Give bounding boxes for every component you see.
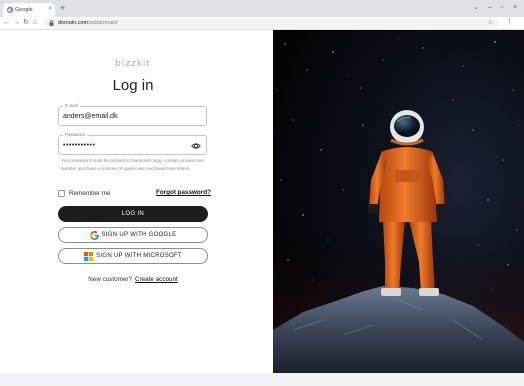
maximize-icon[interactable]: ▫	[501, 3, 503, 13]
new-tab-button[interactable]: +	[60, 3, 65, 13]
forward-arrow-icon[interactable]: →	[13, 17, 20, 29]
tab-strip: Google × + ⌄ – ▫ ×	[0, 0, 524, 17]
google-button-label: SIGN UP WITH GOOGLE	[101, 232, 177, 238]
astronaut-illustration	[273, 30, 524, 373]
login-button[interactable]: LOG IN	[58, 206, 208, 222]
back-arrow-icon[interactable]: ←	[3, 17, 10, 29]
remember-label: Remember me	[69, 189, 111, 197]
login-panel: bizzkit Log in E-mail anders@email.dk Pa…	[0, 30, 272, 373]
email-input[interactable]: anders@email.dk	[63, 107, 183, 127]
new-customer-row: New customer? Create account	[0, 276, 266, 283]
email-field[interactable]: E-mail anders@email.dk	[58, 103, 207, 127]
lock-icon	[49, 20, 54, 26]
astronaut-image	[273, 30, 524, 373]
microsoft-signup-button[interactable]: SIGN UP WITH MICROSOFT	[58, 248, 208, 264]
url-domain: domain.com	[58, 20, 88, 26]
new-customer-text: New customer?	[88, 276, 133, 283]
browser-window: Google × + ⌄ – ▫ × ← → ↻ ⌂ domain.com/su…	[0, 0, 524, 373]
google-icon	[89, 230, 99, 240]
more-vert-icon[interactable]: ⋮	[506, 18, 513, 28]
password-hint: Your password must be at least 8 charact…	[61, 158, 204, 171]
reload-icon[interactable]: ↻	[23, 17, 29, 29]
remember-checkbox[interactable]	[58, 189, 65, 197]
microsoft-button-label: SIGN UP WITH MICROSOFT	[96, 253, 182, 259]
google-signup-button[interactable]: SIGN UP WITH GOOGLE	[58, 227, 208, 243]
forgot-password-link[interactable]: Forgot password?	[156, 188, 211, 198]
browser-tab[interactable]: Google ×	[3, 3, 55, 17]
eye-icon[interactable]	[191, 141, 201, 151]
create-account-link[interactable]: Create account	[135, 276, 178, 283]
page-title: Log in	[112, 77, 154, 94]
tab-title: Google	[15, 7, 33, 13]
home-icon[interactable]: ⌂	[33, 17, 37, 29]
password-input[interactable]: •••••••••••	[63, 136, 183, 156]
remember-me[interactable]: Remember me	[58, 188, 111, 198]
url-text[interactable]: domain.com/subdomain/	[58, 18, 118, 28]
browser-toolbar: ← → ↻ ⌂ domain.com/subdomain/ ☆ ⋮	[0, 17, 524, 30]
brand-logo: bizzkit	[115, 59, 151, 69]
minimize-icon[interactable]: –	[488, 3, 492, 13]
password-field[interactable]: Password •••••••••••	[58, 132, 207, 156]
login-button-label: LOG IN	[121, 211, 145, 217]
google-favicon	[7, 7, 13, 13]
microsoft-icon	[84, 251, 94, 261]
star-icon[interactable]: ☆	[488, 18, 493, 28]
chevron-down-icon[interactable]: ⌄	[473, 3, 479, 13]
address-bar[interactable]: domain.com/subdomain/ ☆ ⋮	[44, 18, 513, 28]
tab-close-icon[interactable]: ×	[48, 4, 52, 14]
close-icon[interactable]: ×	[513, 3, 517, 13]
url-path: /subdomain/	[87, 20, 118, 26]
